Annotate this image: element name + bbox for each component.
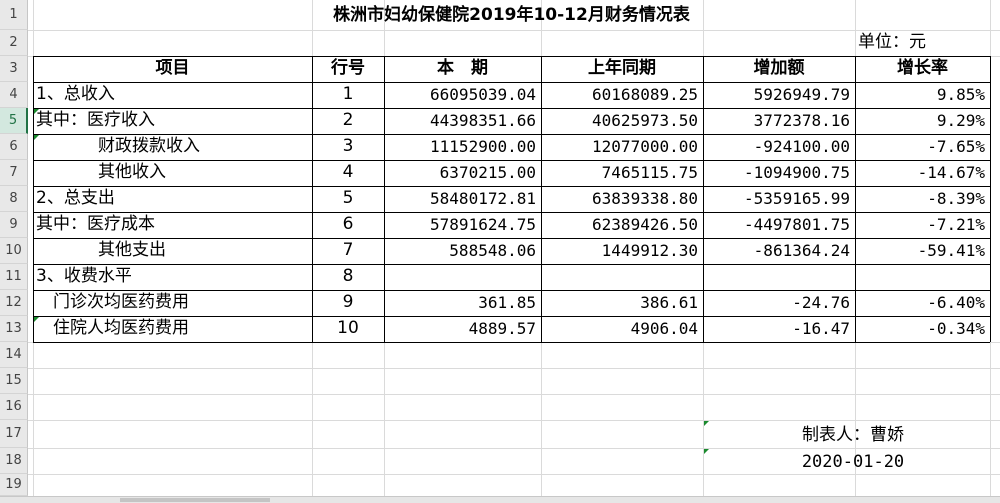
- row-header-6[interactable]: 6: [0, 134, 28, 160]
- header-prior[interactable]: 上年同期: [541, 56, 703, 81]
- green-indicator-icon: [34, 317, 39, 322]
- row-line[interactable]: 5: [312, 186, 384, 211]
- row-prior[interactable]: 1449912.30: [541, 238, 703, 263]
- row-line[interactable]: 8: [312, 264, 384, 289]
- header-increase[interactable]: 增加额: [703, 56, 855, 81]
- row-item[interactable]: 3、收费水平: [33, 264, 312, 289]
- row-header-16[interactable]: 16: [0, 394, 28, 420]
- row-item[interactable]: 其中：医疗收入: [33, 108, 312, 133]
- row-header-8[interactable]: 8: [0, 186, 28, 212]
- row-item[interactable]: 门诊次均医药费用: [33, 290, 312, 315]
- row-prior[interactable]: 62389426.50: [541, 212, 703, 237]
- preparer-label[interactable]: 制表人：曹娇: [703, 423, 1000, 448]
- row-header-19[interactable]: 19: [0, 474, 28, 496]
- row-line[interactable]: 1: [312, 82, 384, 107]
- row-header-7[interactable]: 7: [0, 160, 28, 186]
- green-indicator-icon: [704, 449, 709, 454]
- row-current[interactable]: 66095039.04: [384, 82, 541, 107]
- row-prior[interactable]: 40625973.50: [541, 108, 703, 133]
- row-increase[interactable]: 5926949.79: [703, 82, 855, 107]
- table-border: [990, 56, 991, 342]
- row-increase[interactable]: -5359165.99: [703, 186, 855, 211]
- sheet-title[interactable]: 株洲市妇幼保健院2019年10-12月财务情况表: [33, 3, 990, 28]
- row-current[interactable]: 361.85: [384, 290, 541, 315]
- row-growth[interactable]: -7.65%: [855, 134, 990, 159]
- row-prior[interactable]: 7465115.75: [541, 160, 703, 185]
- row-header-9[interactable]: 9: [0, 212, 28, 238]
- row-prior[interactable]: 386.61: [541, 290, 703, 315]
- row-item[interactable]: 1、总收入: [33, 82, 312, 107]
- row-growth[interactable]: -6.40%: [855, 290, 990, 315]
- green-indicator-icon: [704, 421, 709, 426]
- row-current[interactable]: 57891624.75: [384, 212, 541, 237]
- row-header-18[interactable]: 18: [0, 448, 28, 474]
- table-border: [33, 342, 990, 343]
- row-line[interactable]: 10: [312, 316, 384, 341]
- row-prior[interactable]: 4906.04: [541, 316, 703, 341]
- row-prior[interactable]: 12077000.00: [541, 134, 703, 159]
- header-current[interactable]: 本 期: [384, 56, 541, 81]
- row-prior[interactable]: 60168089.25: [541, 82, 703, 107]
- row-header-1[interactable]: 1: [0, 0, 28, 30]
- row-current[interactable]: 6370215.00: [384, 160, 541, 185]
- header-item[interactable]: 项目: [33, 56, 312, 81]
- row-header-4[interactable]: 4: [0, 82, 28, 108]
- row-header-17[interactable]: 17: [0, 420, 28, 448]
- row-line[interactable]: 3: [312, 134, 384, 159]
- row-header-10[interactable]: 10: [0, 238, 28, 264]
- row-header-14[interactable]: 14: [0, 342, 28, 368]
- header-growth[interactable]: 增长率: [855, 56, 990, 81]
- row-increase[interactable]: -1094900.75: [703, 160, 855, 185]
- row-line[interactable]: 9: [312, 290, 384, 315]
- row-growth[interactable]: 9.85%: [855, 82, 990, 107]
- spreadsheet-grid[interactable]: 1 2 3 4 5 6 7 8 9 10 11 12 13 14 15 16 1…: [0, 0, 1000, 496]
- green-indicator-icon: [34, 109, 39, 114]
- row-growth[interactable]: -59.41%: [855, 238, 990, 263]
- row-header-3[interactable]: 3: [0, 56, 28, 82]
- row-line[interactable]: 2: [312, 108, 384, 133]
- row-item[interactable]: 其他收入: [33, 160, 312, 185]
- row-growth[interactable]: [855, 264, 990, 289]
- row-header-5[interactable]: 5: [0, 108, 28, 134]
- row-header-11[interactable]: 11: [0, 264, 28, 290]
- row-item[interactable]: 其他支出: [33, 238, 312, 263]
- row-current[interactable]: 4889.57: [384, 316, 541, 341]
- row-growth[interactable]: 9.29%: [855, 108, 990, 133]
- row-item[interactable]: 财政拨款收入: [33, 134, 312, 159]
- row-prior[interactable]: [541, 264, 703, 289]
- row-item[interactable]: 住院人均医药费用: [33, 316, 312, 341]
- row-item[interactable]: 2、总支出: [33, 186, 312, 211]
- row-increase[interactable]: -861364.24: [703, 238, 855, 263]
- row-increase[interactable]: [703, 264, 855, 289]
- row-current[interactable]: [384, 264, 541, 289]
- row-current[interactable]: 58480172.81: [384, 186, 541, 211]
- row-growth[interactable]: -14.67%: [855, 160, 990, 185]
- row-growth[interactable]: -0.34%: [855, 316, 990, 341]
- row-increase[interactable]: -24.76: [703, 290, 855, 315]
- header-line-no[interactable]: 行号: [312, 56, 384, 81]
- row-current[interactable]: 44398351.66: [384, 108, 541, 133]
- green-indicator-icon: [34, 135, 39, 140]
- report-date[interactable]: 2020-01-20: [703, 450, 1000, 475]
- scrollbar-thumb[interactable]: [120, 498, 270, 502]
- row-header-15[interactable]: 15: [0, 368, 28, 394]
- row-item[interactable]: 其中：医疗成本: [33, 212, 312, 237]
- unit-label[interactable]: 单位：元: [855, 30, 990, 55]
- row-increase[interactable]: -924100.00: [703, 134, 855, 159]
- row-growth[interactable]: -7.21%: [855, 212, 990, 237]
- row-line[interactable]: 7: [312, 238, 384, 263]
- row-increase[interactable]: -4497801.75: [703, 212, 855, 237]
- row-growth[interactable]: -8.39%: [855, 186, 990, 211]
- row-line[interactable]: 6: [312, 212, 384, 237]
- row-current[interactable]: 11152900.00: [384, 134, 541, 159]
- row-increase[interactable]: -16.47: [703, 316, 855, 341]
- row-header-13[interactable]: 13: [0, 316, 28, 342]
- row-header-12[interactable]: 12: [0, 290, 28, 316]
- row-increase[interactable]: 3772378.16: [703, 108, 855, 133]
- row-line[interactable]: 4: [312, 160, 384, 185]
- row-header-2[interactable]: 2: [0, 30, 28, 56]
- row-prior[interactable]: 63839338.80: [541, 186, 703, 211]
- row-current[interactable]: 588548.06: [384, 238, 541, 263]
